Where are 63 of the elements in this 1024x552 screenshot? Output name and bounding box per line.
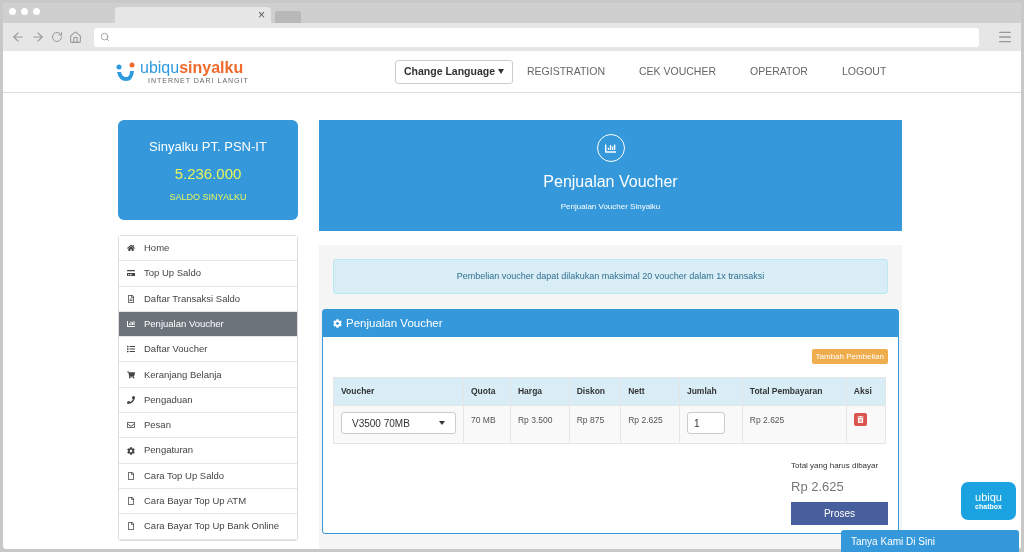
total-amount: Rp 2.625 <box>791 478 845 496</box>
nav-link[interactable]: LOGOUT <box>841 63 887 80</box>
dropdown-label: Change Language <box>404 63 495 79</box>
column-header: Voucher <box>333 377 464 406</box>
table-cell: Rp 2.625 <box>742 405 847 444</box>
home-icon[interactable] <box>69 30 82 44</box>
logo-icon <box>115 60 137 83</box>
gear-icon <box>127 446 135 455</box>
back-icon[interactable] <box>11 30 25 44</box>
quantity-field[interactable]: 1 <box>686 412 725 434</box>
column-header: Harga <box>510 377 570 406</box>
search-icon <box>100 32 110 42</box>
document-icon <box>127 294 135 303</box>
reload-icon[interactable] <box>51 31 63 43</box>
sidebar-item[interactable]: Home <box>119 236 297 262</box>
table-cell: 70 MB <box>463 405 511 444</box>
trash-icon <box>856 416 864 423</box>
delete-button[interactable] <box>853 413 867 426</box>
bar-chart-icon <box>127 320 135 329</box>
balance-amount: 5.236.000 <box>174 163 242 184</box>
phone-icon <box>127 395 135 404</box>
banner-subtitle: Penjualan Voucher Sinyalku <box>560 201 661 213</box>
menu-icon[interactable] <box>997 29 1013 45</box>
column-header: Nett <box>620 377 680 406</box>
select-value: V3500 70MB <box>352 416 410 431</box>
banner-title: Penjualan Voucher <box>543 172 678 192</box>
cart-icon <box>127 370 135 379</box>
card-icon <box>127 269 135 278</box>
logo-text: sinyalku <box>179 59 244 76</box>
chatbox-logo-text: ubiqu <box>975 492 1002 503</box>
caret-icon <box>498 69 504 74</box>
nav-link[interactable]: REGISTRATION <box>527 63 605 80</box>
info-alert: Pembelian voucher dapat dilakukan maksimal 20 voucher dalam 1x transaksi <box>333 259 888 294</box>
gear-icon <box>333 319 342 328</box>
forward-icon[interactable] <box>31 30 45 44</box>
column-header: Jumlah <box>679 377 743 406</box>
voucher-select[interactable]: V3500 70MB <box>341 412 456 434</box>
home-icon <box>127 244 135 253</box>
total-label: Total yang harus dibayar <box>791 460 880 472</box>
nav-link[interactable]: CEK VOUCHER <box>639 63 716 80</box>
column-header: Aksi <box>846 377 886 406</box>
file-icon <box>127 471 135 480</box>
balance-label: SALDO SINYALKU <box>169 191 247 204</box>
table-cell: Rp 3.500 <box>510 405 570 444</box>
table-cell: Rp 2.625 <box>620 405 680 444</box>
logo-text: ubiqu <box>140 59 180 76</box>
file-icon <box>127 497 135 506</box>
browser-tab[interactable]: × <box>115 7 271 23</box>
caret-icon <box>439 421 445 425</box>
column-header: Quota <box>463 377 511 406</box>
column-header: Total Pembayaran <box>742 377 847 406</box>
panel-title: Penjualan Voucher <box>346 315 443 331</box>
envelope-icon <box>127 421 135 430</box>
account-name: Sinyalku PT. PSN-IT <box>149 138 267 156</box>
process-button[interactable]: Proses <box>791 501 888 525</box>
column-header: Diskon <box>569 377 621 406</box>
table-cell: Rp 875 <box>569 405 621 444</box>
address-bar[interactable] <box>94 27 979 47</box>
sidebar-item[interactable]: Penjualan Voucher <box>119 311 297 338</box>
language-dropdown[interactable]: Change Language <box>395 59 513 84</box>
nav-link[interactable]: OPERATOR <box>750 63 808 80</box>
file-icon <box>127 522 135 531</box>
list-icon <box>127 345 135 354</box>
